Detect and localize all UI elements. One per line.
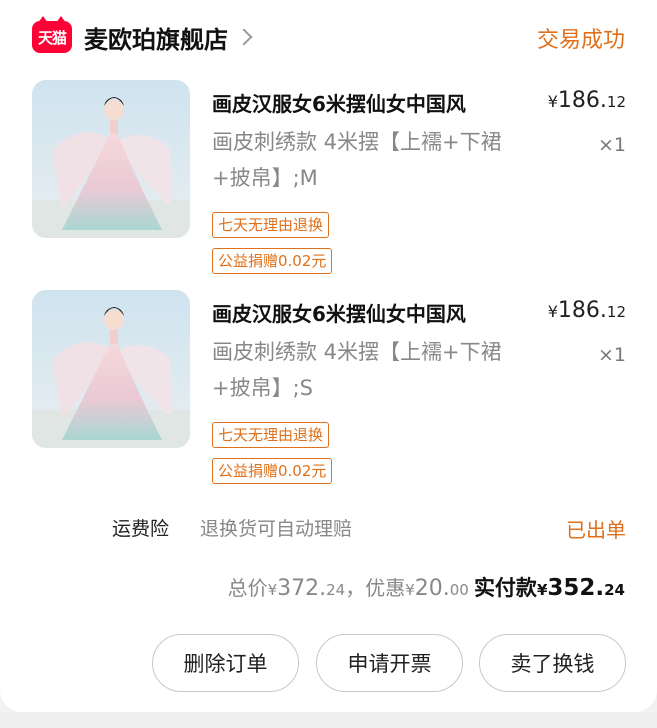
- order-totals: 总价¥372.24，优惠¥20.00 实付款¥352.24: [228, 572, 625, 602]
- product-spec: 画皮刺绣款 4米摆【上襦+下裙+披帛】;S: [212, 340, 502, 400]
- paid-label: 实付款: [473, 576, 537, 600]
- discount-label: 优惠: [365, 576, 406, 600]
- order-item[interactable]: 画皮汉服女6米摆仙女中国风 画皮刺绣款 4米摆【上襦+下裙+披帛】;S ¥186…: [32, 290, 626, 490]
- product-image-icon: [32, 80, 190, 238]
- product-spec: 画皮刺绣款 4米摆【上襦+下裙+披帛】;M: [212, 130, 502, 190]
- total-integer: 372.: [277, 576, 327, 601]
- product-thumbnail[interactable]: [32, 290, 190, 448]
- order-status: 交易成功: [536, 28, 625, 53]
- product-thumbnail[interactable]: [32, 80, 190, 238]
- shop-name[interactable]: 麦欧珀旗舰店: [84, 20, 228, 55]
- paid-amount: 实付款¥352.24: [474, 575, 625, 601]
- page-background: [0, 712, 657, 728]
- price-currency: ¥: [547, 302, 558, 321]
- total-currency: ¥: [267, 581, 278, 599]
- price-decimal: 12: [606, 303, 626, 321]
- return-policy-tag: 七天无理由退换: [212, 422, 330, 448]
- delete-order-button[interactable]: 删除订单: [152, 634, 299, 692]
- tmall-logo-icon: 天猫: [32, 16, 72, 53]
- product-title[interactable]: 画皮汉服女6米摆仙女中国风: [212, 298, 522, 327]
- product-price: ¥186.12: [548, 298, 626, 323]
- charity-tag: 公益捐赠0.02元: [212, 458, 333, 484]
- price-decimal: 12: [606, 93, 626, 111]
- order-item[interactable]: 画皮汉服女6米摆仙女中国风 画皮刺绣款 4米摆【上襦+下裙+披帛】;M ¥186…: [32, 80, 626, 280]
- paid-decimal: 24: [604, 581, 625, 599]
- total-decimal: 24: [326, 581, 346, 599]
- charity-tag: 公益捐赠0.02元: [212, 248, 333, 274]
- discount-integer: 20.: [414, 576, 450, 601]
- shop-header[interactable]: 天猫 麦欧珀旗舰店: [32, 16, 253, 55]
- product-quantity: ×1: [597, 344, 626, 366]
- product-price: ¥186.12: [548, 88, 626, 113]
- insurance-description: 退换货可自动理赔: [200, 518, 353, 540]
- totals-separator: ，: [345, 576, 366, 600]
- chevron-right-icon[interactable]: [235, 28, 253, 46]
- request-invoice-button[interactable]: 申请开票: [316, 634, 463, 692]
- resell-button[interactable]: 卖了换钱: [479, 634, 626, 692]
- paid-integer: 352.: [547, 575, 605, 601]
- total-label: 总价: [227, 576, 268, 600]
- tmall-badge-text: 天猫: [37, 28, 67, 47]
- discount-decimal: 00: [449, 581, 469, 599]
- paid-currency: ¥: [536, 581, 548, 599]
- price-integer: 186.: [557, 88, 607, 113]
- insurance-title: 运费险: [112, 518, 170, 540]
- product-title[interactable]: 画皮汉服女6米摆仙女中国风: [212, 88, 522, 117]
- insurance-status: 已出单: [566, 518, 626, 542]
- price-integer: 186.: [557, 298, 607, 323]
- price-currency: ¥: [547, 92, 558, 111]
- product-quantity: ×1: [597, 134, 626, 156]
- return-policy-tag: 七天无理由退换: [212, 212, 330, 238]
- order-card: 天猫 麦欧珀旗舰店 交易成功 画皮汉服女6米摆仙女中国风 画皮刺绣款 4米摆【上…: [0, 0, 657, 712]
- discount-currency: ¥: [405, 581, 415, 599]
- product-image-icon: [32, 290, 190, 448]
